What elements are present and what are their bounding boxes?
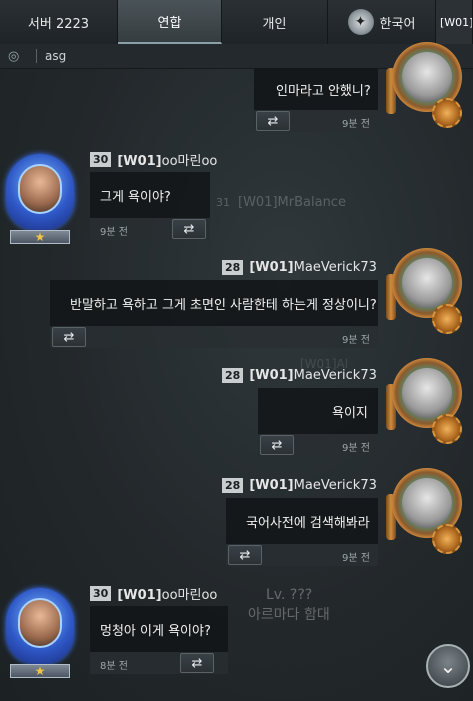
alliance-tag: [W01] [249, 259, 294, 275]
message-bubble: 그게 욕이야? [90, 172, 210, 218]
gear-icon [432, 524, 462, 554]
message-bubble: 욕이지 [258, 388, 378, 434]
player-name[interactable]: [W01]MaeVerick73 [249, 260, 377, 275]
message-header: 30 [W01]oo마린oo [90, 150, 217, 169]
message-footer: ⇄ 9분 전 [254, 110, 378, 132]
map-name-tag-level: 31 [216, 196, 230, 209]
player-level: 30 [90, 151, 112, 167]
player-level: 28 [222, 477, 244, 493]
message-text: 국어사전에 검색해봐라 [246, 515, 370, 531]
avatar[interactable]: ★ [2, 150, 78, 246]
translate-icon: ⇄ [271, 437, 283, 453]
avatar-portrait [402, 478, 452, 528]
message-text: 그게 욕이야? [100, 189, 171, 205]
message-time: 8분 전 [100, 661, 128, 672]
message-text: 반말하고 욕하고 그게 초면인 사람한테 하는게 정상이니? [70, 297, 377, 313]
gear-icon [432, 414, 462, 444]
message-time: 9분 전 [342, 119, 370, 130]
map-name-tag: [W01]MrBalance [238, 195, 346, 210]
message-header: 30 [W01]oo마린oo [90, 584, 217, 603]
language-label: 한국어 [379, 16, 416, 32]
avatar-portrait [402, 258, 452, 308]
translate-icon: ⇄ [191, 655, 203, 671]
message-header: 28 [W01]MaeVerick73 [222, 366, 377, 384]
message-text: 인마라고 안했니? [276, 83, 371, 99]
alliance-tag: [W01] [249, 367, 294, 383]
message-time: 9분 전 [342, 335, 370, 346]
scroll-down-button[interactable]: ⌄ [426, 644, 470, 688]
player-name[interactable]: [W01]MaeVerick73 [249, 368, 377, 383]
avatar[interactable] [386, 38, 470, 130]
translate-button[interactable]: ⇄ [52, 327, 86, 347]
translate-button[interactable]: ⇄ [260, 435, 294, 455]
tab-alliance[interactable]: 연합 [118, 0, 222, 44]
player-name-text: oo마린oo [161, 153, 218, 169]
gear-icon [432, 304, 462, 334]
chevron-down-icon: ⌄ [439, 654, 457, 678]
star-icon: ★ [34, 230, 46, 244]
message-time: 9분 전 [342, 443, 370, 454]
globe-icon: ✦ [347, 9, 374, 35]
message-footer: ⇄ 9분 전 [258, 434, 378, 456]
rank-badge: ★ [10, 664, 70, 678]
avatar[interactable] [386, 244, 470, 336]
player-name[interactable]: [W01]oo마린oo [117, 584, 217, 603]
player-name-text: MaeVerick73 [293, 477, 377, 493]
translate-button[interactable]: ⇄ [180, 653, 214, 673]
tab-personal[interactable]: 개인 [222, 0, 328, 44]
translate-button[interactable]: ⇄ [256, 111, 290, 131]
avatar-portrait [402, 52, 452, 102]
avatar[interactable]: ★ [2, 584, 78, 680]
gear-icon [432, 98, 462, 128]
channel-name: asg [45, 49, 67, 63]
message-text: 욕이지 [332, 405, 368, 421]
message-time: 9분 전 [342, 553, 370, 564]
map-level-text: Lv. ??? [266, 587, 313, 603]
player-name-text: oo마린oo [161, 587, 218, 603]
player-level: 28 [222, 367, 244, 383]
message-header: 28 [W01]MaeVerick73 [222, 258, 377, 276]
avatar-portrait [18, 598, 62, 648]
message-text: 멍청아 이게 욕이야? [100, 623, 211, 639]
message-footer: ⇄ 9분 전 [50, 326, 378, 348]
translate-icon: ⇄ [239, 547, 251, 563]
message-time: 9분 전 [100, 227, 128, 238]
alliance-tag: [W01] [117, 153, 162, 169]
message-header: 28 [W01]MaeVerick73 [222, 476, 377, 494]
translate-icon: ⇄ [267, 113, 279, 129]
channel-divider [36, 49, 37, 63]
rank-badge: ★ [10, 230, 70, 244]
player-level: 28 [222, 259, 244, 275]
player-name-text: MaeVerick73 [293, 367, 377, 383]
player-name[interactable]: [W01]MaeVerick73 [249, 478, 377, 493]
avatar-portrait [18, 164, 62, 214]
message-footer: 9분 전 ⇄ [90, 218, 210, 240]
avatar-portrait [402, 368, 452, 418]
star-icon: ★ [34, 664, 46, 678]
message-footer: 8분 전 ⇄ [90, 652, 228, 674]
alliance-tag: [W01] [117, 587, 162, 603]
message-footer: ⇄ 9분 전 [226, 544, 378, 566]
tab-server[interactable]: 서버 2223 [0, 0, 118, 44]
channel-icon: ◎ [8, 48, 20, 64]
alliance-tag: [W01] [249, 477, 294, 493]
message-bubble: 반말하고 욕하고 그게 초면인 사람한테 하는게 정상이니? [50, 280, 378, 326]
map-place-text: 아르마다 함대 [248, 607, 330, 623]
message-bubble: 인마라고 안했니? [254, 68, 378, 110]
message-bubble: 국어사전에 검색해봐라 [226, 498, 378, 544]
translate-icon: ⇄ [183, 221, 195, 237]
avatar[interactable] [386, 354, 470, 446]
message-bubble: 멍청아 이게 욕이야? [90, 606, 228, 652]
player-level: 30 [90, 585, 112, 601]
translate-icon: ⇄ [63, 329, 75, 345]
translate-button[interactable]: ⇄ [228, 545, 262, 565]
avatar[interactable] [386, 464, 470, 556]
translate-button[interactable]: ⇄ [172, 219, 206, 239]
player-name[interactable]: [W01]oo마린oo [117, 150, 217, 169]
player-name-text: MaeVerick73 [293, 259, 377, 275]
